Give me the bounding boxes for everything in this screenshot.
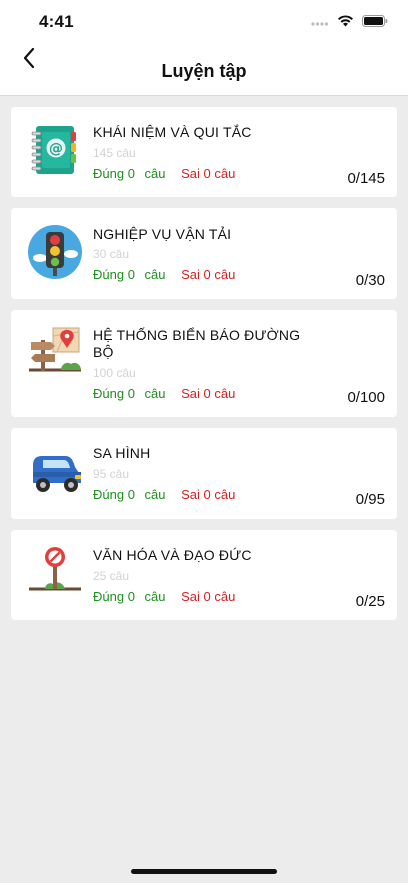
wrong-count: Sai 0 câu [181, 386, 236, 401]
wrong-count: Sai 0 câu [181, 487, 236, 502]
correct-count: Đúng 0 [93, 267, 135, 282]
topic-question-count: 25 câu [93, 569, 130, 583]
topic-title: NGHIỆP VỤ VẬN TẢI [93, 226, 232, 242]
correct-count: Đúng 0 [93, 487, 135, 502]
battery-icon [362, 15, 388, 27]
topic-card[interactable]: NGHIỆP VỤ VẬN TẢI 30 câu Đúng 0 câu Sai … [11, 208, 397, 299]
nav-header: Luyện tập [0, 44, 408, 96]
topic-title: HỆ THỐNG BIỂN BÁO ĐƯỜNG BỘ [93, 327, 301, 360]
traffic-light-icon [27, 224, 83, 280]
topic-question-count: 30 câu [93, 247, 130, 261]
correct-count: Đúng 0 [93, 166, 135, 181]
topic-question-count: 145 câu [93, 146, 136, 160]
topic-stats: Đúng 0 câu Sai 0 câu [93, 166, 235, 181]
topic-title: SA HÌNH [93, 445, 151, 461]
topic-progress: 0/95 [355, 491, 385, 508]
correct-count: Đúng 0 [93, 386, 135, 401]
topic-card[interactable]: HỆ THỐNG BIỂN BÁO ĐƯỜNG BỘ 100 câu Đúng … [11, 310, 397, 417]
wifi-icon [338, 15, 353, 27]
topic-card[interactable]: VĂN HÓA VÀ ĐẠO ĐỨC 25 câu Đúng 0 câu Sai… [11, 530, 397, 620]
wrong-count: Sai 0 câu [181, 267, 236, 282]
correct-count: Đúng 0 [93, 589, 135, 604]
wrong-count: Sai 0 câu [181, 589, 236, 604]
no-entry-sign-icon [27, 545, 83, 601]
topic-title: VĂN HÓA VÀ ĐẠO ĐỨC [93, 547, 252, 563]
topic-question-count: 100 câu [93, 366, 136, 380]
home-indicator [131, 869, 277, 874]
correct-unit: câu [144, 487, 166, 502]
topic-card[interactable]: @ KHÁI NIỆM VÀ QUI TẮC 145 câu Đúng 0 câ… [11, 107, 397, 197]
car-icon [27, 443, 83, 499]
topic-progress: 0/30 [355, 272, 385, 289]
topic-progress: 0/25 [355, 593, 385, 610]
correct-unit: câu [144, 267, 166, 282]
topic-stats: Đúng 0 câu Sai 0 câu [93, 267, 235, 282]
correct-unit: câu [144, 589, 166, 604]
correct-unit: câu [144, 166, 166, 181]
topic-title: KHÁI NIỆM VÀ QUI TẮC [93, 124, 252, 140]
wrong-count: Sai 0 câu [181, 166, 236, 181]
topic-stats: Đúng 0 câu Sai 0 câu [93, 589, 235, 604]
topic-progress: 0/100 [347, 389, 385, 406]
topic-card[interactable]: SA HÌNH 95 câu Đúng 0 câu Sai 0 câu 0/95 [11, 428, 397, 519]
topic-question-count: 95 câu [93, 467, 130, 481]
status-bar: 4:41 [0, 0, 408, 44]
topic-stats: Đúng 0 câu Sai 0 câu [93, 386, 235, 401]
correct-unit: câu [144, 386, 166, 401]
status-icons [311, 14, 388, 28]
status-time: 4:41 [39, 12, 74, 31]
page-title: Luyện tập [161, 61, 247, 81]
signpost-map-icon [27, 326, 83, 382]
topic-progress: 0/145 [347, 170, 385, 187]
signal-icon [311, 22, 329, 26]
address-book-icon: @ [27, 122, 83, 178]
topic-stats: Đúng 0 câu Sai 0 câu [93, 487, 235, 502]
svg-text:@: @ [49, 141, 63, 157]
